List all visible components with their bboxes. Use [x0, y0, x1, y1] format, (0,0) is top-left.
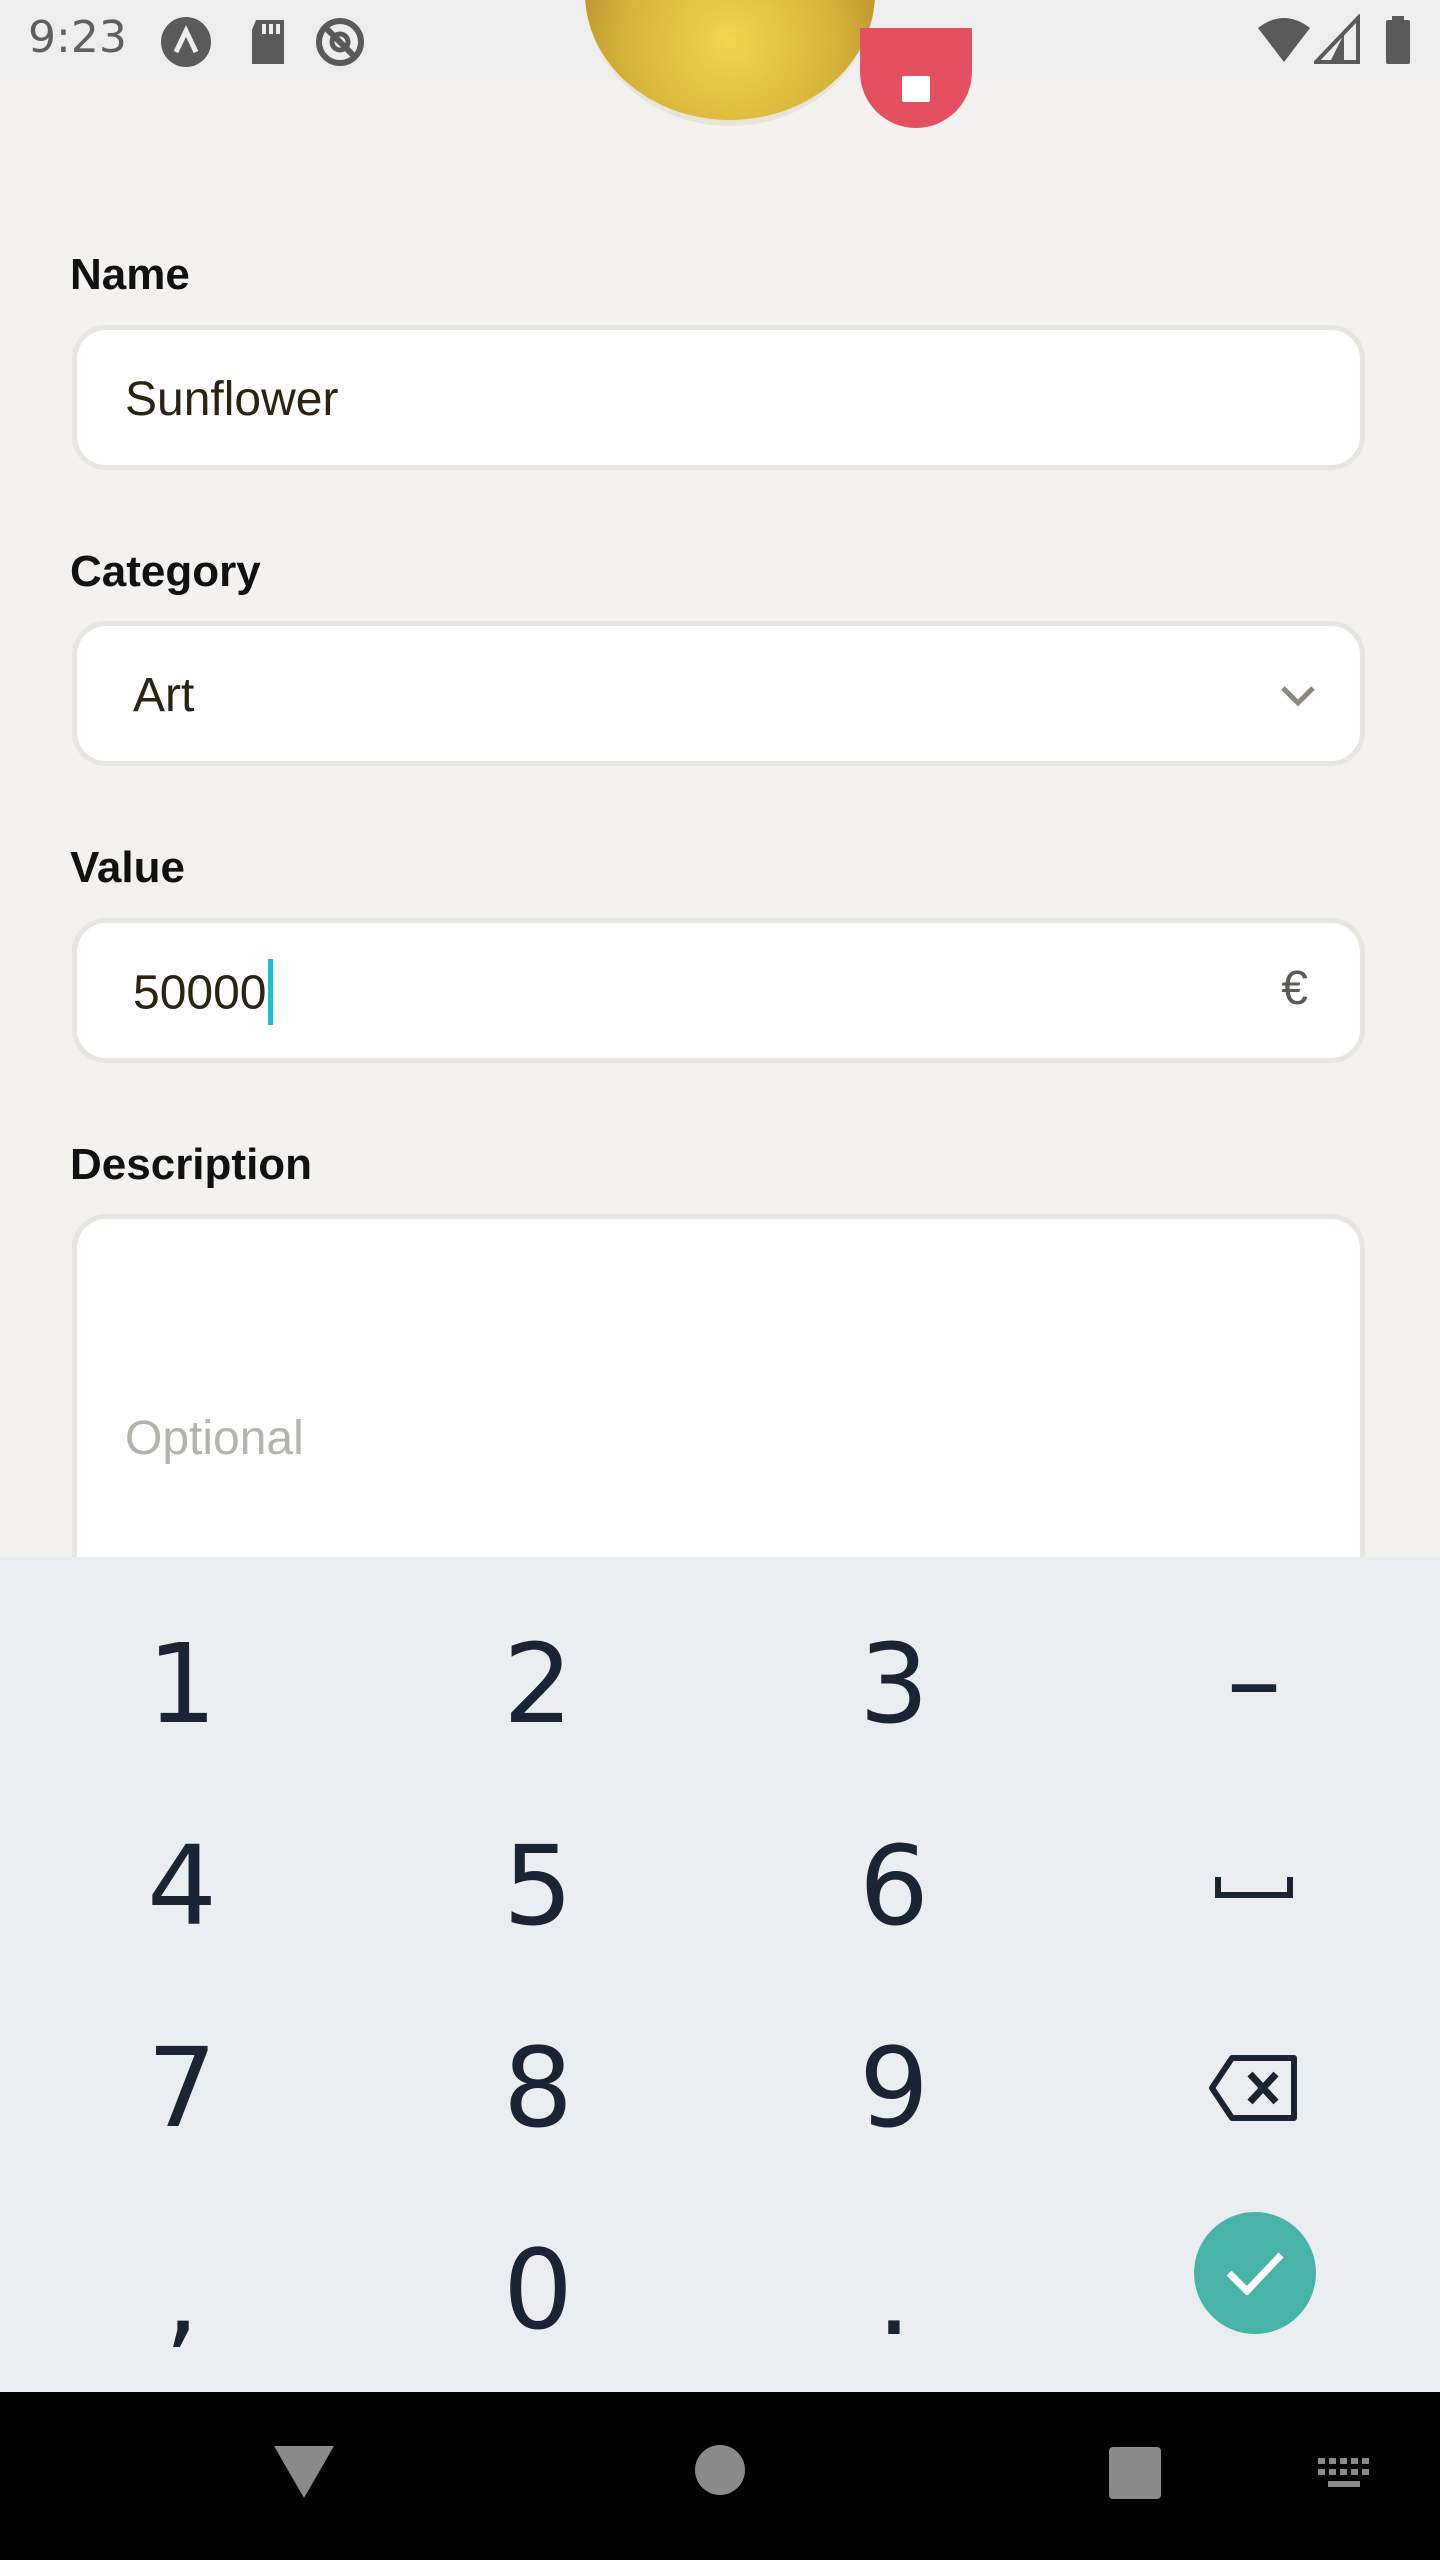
back-nav-icon[interactable]: [272, 2444, 336, 2500]
check-icon: [1226, 2252, 1284, 2295]
key-comma[interactable]: ,: [4, 2196, 360, 2396]
no-sync-icon: [316, 18, 364, 66]
key-4[interactable]: 4: [4, 1786, 360, 1986]
category-value: Art: [133, 669, 195, 722]
keyboard-switch-icon[interactable]: [1316, 2456, 1372, 2492]
key-minus[interactable]: –: [1076, 1580, 1432, 1780]
done-button[interactable]: [1194, 2212, 1316, 2334]
sd-card-icon: [252, 20, 284, 64]
key-8[interactable]: 8: [360, 1988, 716, 2188]
name-label: Name: [70, 250, 190, 299]
key-1[interactable]: 1: [4, 1584, 360, 1784]
key-0[interactable]: 0: [360, 2190, 716, 2390]
key-6[interactable]: 6: [716, 1786, 1072, 1986]
value-text: 50000: [133, 966, 267, 1020]
space-key[interactable]: [1076, 1786, 1432, 1986]
value-label: Value: [70, 843, 185, 892]
name-value: Sunflower: [125, 373, 339, 426]
app-logo-icon: [161, 17, 211, 67]
space-icon: [1215, 1877, 1293, 1898]
recents-nav-icon[interactable]: [1108, 2446, 1162, 2500]
key-5[interactable]: 5: [360, 1786, 716, 1986]
wifi-icon: [1258, 18, 1310, 62]
category-label: Category: [70, 547, 261, 596]
text-caret: [268, 959, 274, 1025]
key-3[interactable]: 3: [716, 1584, 1072, 1784]
value-input: 50000: [133, 959, 274, 1029]
backspace-icon: [1209, 2055, 1297, 2121]
key-2[interactable]: 2: [360, 1584, 716, 1784]
item-photo[interactable]: [585, 0, 875, 126]
battery-icon: [1386, 16, 1410, 64]
description-label: Description: [70, 1140, 313, 1189]
key-7[interactable]: 7: [4, 1988, 360, 2188]
delete-photo-button[interactable]: [860, 28, 972, 128]
value-field[interactable]: 50000 €: [72, 918, 1365, 1063]
cell-signal-icon: [1314, 14, 1360, 64]
key-period[interactable]: .: [716, 2196, 1072, 2396]
name-field[interactable]: Sunflower: [72, 325, 1365, 470]
key-9[interactable]: 9: [716, 1988, 1072, 2188]
description-placeholder: Optional: [125, 1412, 304, 1465]
currency-symbol: €: [1281, 962, 1308, 1015]
category-select[interactable]: Art: [72, 621, 1365, 766]
backspace-key[interactable]: [1076, 1988, 1432, 2188]
navigation-bar: [0, 2392, 1440, 2560]
status-time: 9:23: [28, 12, 127, 63]
trash-icon: [902, 76, 930, 102]
home-nav-icon[interactable]: [694, 2444, 746, 2496]
chevron-down-icon: [1281, 686, 1315, 707]
